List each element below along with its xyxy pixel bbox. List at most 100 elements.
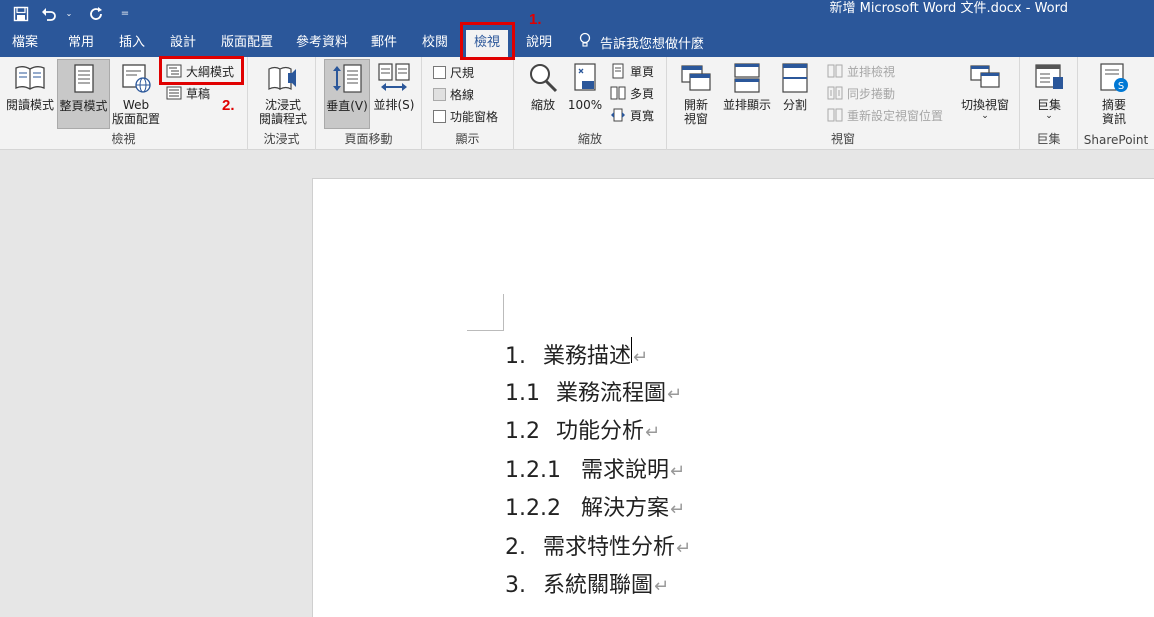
gridlines-label: 格線 (450, 87, 475, 102)
customize-icon[interactable]: = (112, 2, 138, 26)
save-icon[interactable] (8, 2, 34, 26)
outline-text: 業務流程圖 (556, 381, 667, 406)
split-button[interactable]: 分割 (777, 59, 813, 127)
macros-icon (1035, 64, 1063, 89)
immersive-group: 沈浸式 閱讀程式 沈浸式 (248, 57, 316, 150)
outline-number: 1.2.2 (505, 496, 561, 521)
gridlines-checkbox[interactable]: 格線 (433, 84, 474, 104)
sync-scroll-button[interactable]: 同步捲動 (827, 83, 895, 103)
draft-label: 草稿 (186, 86, 211, 101)
arrange-all-label: 並排顯示 (722, 98, 771, 112)
outline-line-4[interactable]: 1.2.1 需求說明 ↵ (505, 452, 685, 484)
view-side-by-side-icon (827, 64, 843, 78)
arrange-all-icon (734, 63, 760, 93)
zoom-group-label: 縮放 (577, 132, 602, 146)
print-layout-button[interactable]: 整頁模式 (57, 59, 110, 129)
new-window-button[interactable]: 開新 視窗 (677, 59, 715, 127)
page-width-button[interactable]: 頁寬 (610, 105, 654, 125)
lightbulb-icon (578, 32, 592, 52)
paragraph-mark: ↵ (670, 499, 686, 520)
read-mode-label: 閱讀模式 (5, 98, 54, 112)
outline-text: 解決方案 (581, 496, 670, 521)
draft-button[interactable]: 草稿 (166, 83, 210, 103)
sharepoint-properties-icon: S (1100, 63, 1128, 92)
ribbon-tabs: 檔案 常用 插入 設計 版面配置 參考資料 郵件 校閱 檢視 說明 告訴我您想做… (0, 27, 1154, 57)
window-group-label: 視窗 (830, 132, 855, 146)
outline-line-5[interactable]: 1.2.2 解決方案 ↵ (505, 490, 685, 522)
read-mode-button[interactable]: 閱讀模式 (4, 59, 56, 127)
title-bar: ⌄ = 新增 Microsoft Word 文件.docx - Word (0, 0, 1154, 27)
view-side-by-side-button[interactable]: 並排檢視 (827, 61, 895, 81)
outline-number: 1. (505, 344, 526, 369)
document-area: 1. 業務描述 ↵ 1.1 業務流程圖 ↵ 1.2 功能分析 ↵ 1.2.1 需… (0, 150, 1154, 617)
web-page-icon (122, 64, 151, 93)
tab-design[interactable]: 設計 (164, 30, 202, 57)
undo-dropdown-icon[interactable]: ⌄ (56, 2, 82, 26)
outline-line-6[interactable]: 2. 需求特性分析 ↵ (505, 529, 691, 561)
properties-label-2: 資訊 (1101, 112, 1126, 126)
outline-number: 1.2 (505, 419, 540, 444)
web-layout-label-1: Web (122, 98, 150, 112)
nav-pane-checkbox[interactable]: 功能窗格 (433, 106, 498, 126)
tab-file[interactable]: 檔案 (6, 30, 44, 57)
side-by-side-button[interactable]: 並排(S) (371, 59, 417, 127)
outline-text: 系統關聯圖 (543, 573, 654, 598)
step-1-annotation: 1. (529, 11, 542, 28)
macros-group-label: 巨集 (1036, 132, 1061, 146)
zoom-100-button[interactable]: 100% (564, 59, 606, 127)
reset-position-button[interactable]: 重新設定視窗位置 (827, 105, 943, 125)
page-movement-group-label: 頁面移動 (344, 132, 393, 146)
outline-line-2[interactable]: 1.1 業務流程圖 ↵ (505, 375, 682, 407)
outline-number: 3. (505, 573, 526, 598)
immersive-reader-label-2: 閱讀程式 (258, 112, 307, 126)
page-width-label: 頁寬 (630, 108, 655, 123)
multiple-pages-button[interactable]: 多頁 (610, 83, 654, 103)
tell-me-box[interactable]: 告訴我您想做什麼 (578, 27, 704, 57)
outline-line-7[interactable]: 3. 系統關聯圖 ↵ (505, 567, 669, 599)
page-width-icon (611, 108, 625, 122)
zoom-button[interactable]: 縮放 (524, 59, 562, 127)
window-title: 新增 Microsoft Word 文件.docx - Word (829, 1, 1068, 16)
web-layout-button[interactable]: Web 版面配置 (112, 59, 160, 127)
quick-access-toolbar: ⌄ = (8, 0, 138, 27)
zoom-100-icon (574, 63, 596, 91)
vertical-button[interactable]: 垂直(V) (324, 59, 370, 129)
immersive-reader-button[interactable]: 沈浸式 閱讀程式 (254, 59, 312, 127)
immersive-reader-label-1: 沈浸式 (264, 98, 301, 112)
switch-windows-dropdown-icon: ⌄ (981, 111, 989, 121)
page-icon (73, 64, 94, 93)
nav-pane-check-box[interactable] (433, 109, 446, 123)
ruler-check-box[interactable] (433, 65, 446, 79)
tab-help[interactable]: 說明 (520, 30, 558, 57)
multiple-pages-icon (610, 86, 626, 100)
switch-windows-button[interactable]: 切換視窗 ⌄ (957, 59, 1013, 127)
split-label: 分割 (782, 98, 807, 112)
tab-layout[interactable]: 版面配置 (215, 30, 279, 57)
margin-corner-mark (467, 294, 504, 331)
redo-icon[interactable] (84, 2, 110, 26)
side-by-side-icon (378, 63, 410, 91)
vertical-scroll-icon (333, 64, 362, 93)
properties-button[interactable]: S 摘要 資訊 (1092, 59, 1136, 127)
outline-text: 業務描述 (543, 344, 632, 369)
document-page[interactable]: 1. 業務描述 ↵ 1.1 業務流程圖 ↵ 1.2 功能分析 ↵ 1.2.1 需… (312, 178, 1154, 617)
tab-home[interactable]: 常用 (62, 30, 100, 57)
tab-review[interactable]: 校閱 (416, 30, 454, 57)
tab-mailings[interactable]: 郵件 (365, 30, 403, 57)
outline-number: 1.1 (505, 381, 540, 406)
tab-insert[interactable]: 插入 (113, 30, 151, 57)
macros-button[interactable]: 巨集 ⌄ (1029, 59, 1069, 127)
web-layout-label-2: 版面配置 (112, 112, 161, 126)
arrange-all-button[interactable]: 並排顯示 (719, 59, 775, 127)
outline-line-3[interactable]: 1.2 功能分析 ↵ (505, 413, 660, 445)
one-page-button[interactable]: 單頁 (610, 61, 654, 81)
outline-number: 2. (505, 535, 526, 560)
tab-references[interactable]: 參考資料 (290, 30, 354, 57)
page-movement-group: 垂直(V) 並排(S) 頁面移動 (316, 57, 422, 150)
step-2-annotation: 2. (222, 97, 235, 114)
outline-line-1[interactable]: 1. 業務描述 ↵ (505, 337, 648, 370)
ruler-checkbox[interactable]: 尺規 (433, 62, 474, 82)
gridlines-check-box[interactable] (433, 87, 446, 101)
paragraph-mark: ↵ (645, 422, 661, 443)
macros-label: 巨集 (1036, 98, 1061, 112)
